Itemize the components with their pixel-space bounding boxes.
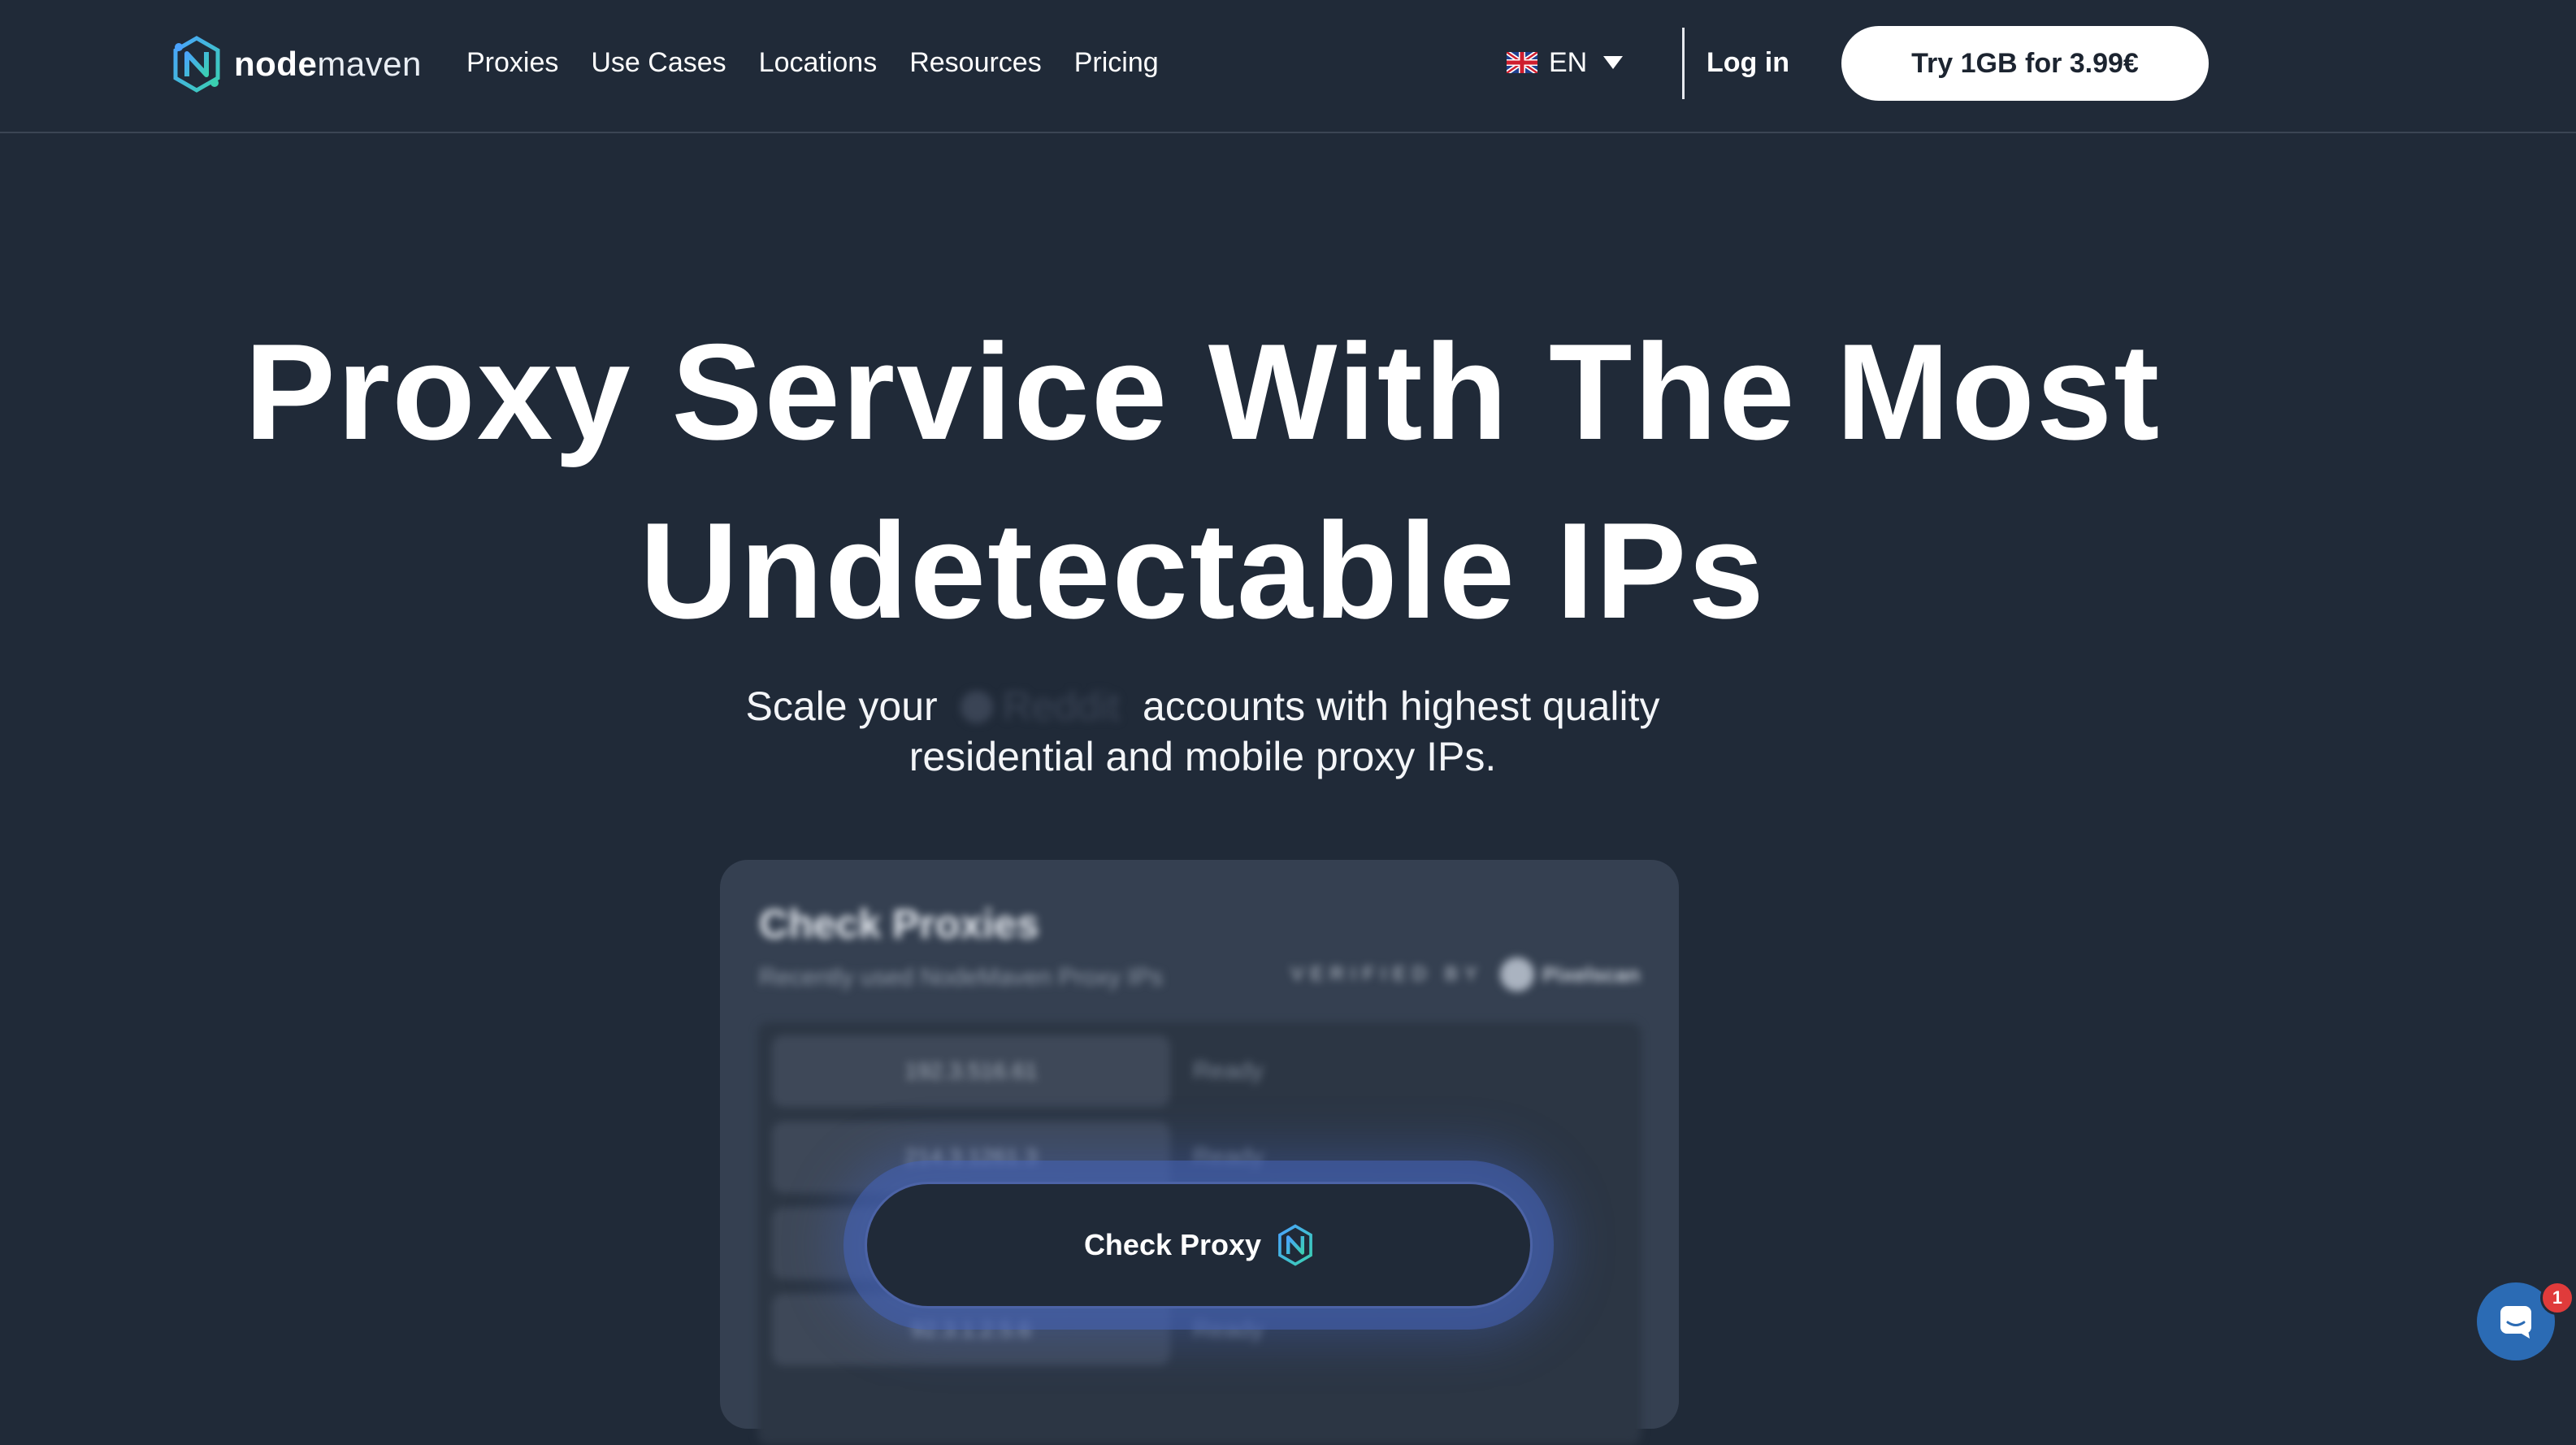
- nodemaven-logo-icon: [173, 36, 220, 93]
- pixelscan-icon: [1500, 957, 1535, 992]
- rotating-platform: Reddit: [960, 681, 1121, 731]
- verified-label: VERIFIED BY: [1290, 963, 1485, 985]
- nav-locations[interactable]: Locations: [759, 42, 878, 83]
- subtitle-line2: residential and mobile proxy IPs.: [909, 734, 1497, 779]
- reddit-icon: [960, 691, 993, 723]
- verified-by: VERIFIED BY Pixelscan: [1291, 957, 1640, 992]
- language-code: EN: [1549, 46, 1588, 78]
- header-divider: [1682, 28, 1685, 99]
- chevron-down-icon: [1603, 56, 1624, 69]
- site-header: nodemaven Proxies Use Cases Locations Re…: [0, 0, 2576, 133]
- language-selector[interactable]: EN: [1507, 42, 1624, 83]
- proxy-status: Ready: [1193, 1057, 1264, 1084]
- proxy-ip: 192.3.516.61: [772, 1035, 1170, 1107]
- nav-proxies[interactable]: Proxies: [466, 42, 558, 83]
- check-proxies-card: Check Proxies Recently used NodeMaven Pr…: [720, 860, 1679, 1445]
- login-link[interactable]: Log in: [1706, 42, 1789, 83]
- main-nav: Proxies Use Cases Locations Resources Pr…: [466, 42, 1191, 83]
- check-proxy-label: Check Proxy: [1083, 1228, 1262, 1261]
- subtitle-after: accounts with highest quality: [1143, 683, 1660, 729]
- hero-title: Proxy Service With The Most Undetectable…: [0, 302, 2405, 660]
- hero-title-line2: Undetectable IPs: [640, 494, 1766, 647]
- table-row: 192.3.516.61 Ready: [772, 1035, 1633, 1107]
- card-subtitle: Recently used NodeMaven Proxy IPs: [759, 964, 1163, 991]
- uk-flag-icon: [1507, 52, 1537, 73]
- try-plan-button[interactable]: Try 1GB for 3.99€: [1841, 26, 2209, 101]
- nav-pricing[interactable]: Pricing: [1074, 42, 1159, 83]
- nodemaven-mark-icon: [1278, 1224, 1312, 1266]
- logo-wordmark: nodemaven: [234, 45, 422, 83]
- subtitle-before: Scale your: [745, 683, 938, 729]
- notification-badge: 1: [2540, 1281, 2574, 1315]
- nav-resources[interactable]: Resources: [909, 42, 1042, 83]
- chat-icon: [2500, 1306, 2531, 1339]
- hero-title-line1: Proxy Service With The Most: [244, 315, 2162, 468]
- card-title: Check Proxies: [759, 901, 1039, 947]
- nav-use-cases[interactable]: Use Cases: [591, 42, 726, 83]
- check-proxy-button[interactable]: Check Proxy: [865, 1182, 1533, 1308]
- verified-brand: Pixelscan: [1542, 961, 1640, 987]
- hero-subtitle: Scale your Reddit accounts with highest …: [0, 681, 2405, 782]
- nodemaven-logo[interactable]: nodemaven: [172, 34, 422, 94]
- rotating-word: Reddit: [1002, 683, 1121, 729]
